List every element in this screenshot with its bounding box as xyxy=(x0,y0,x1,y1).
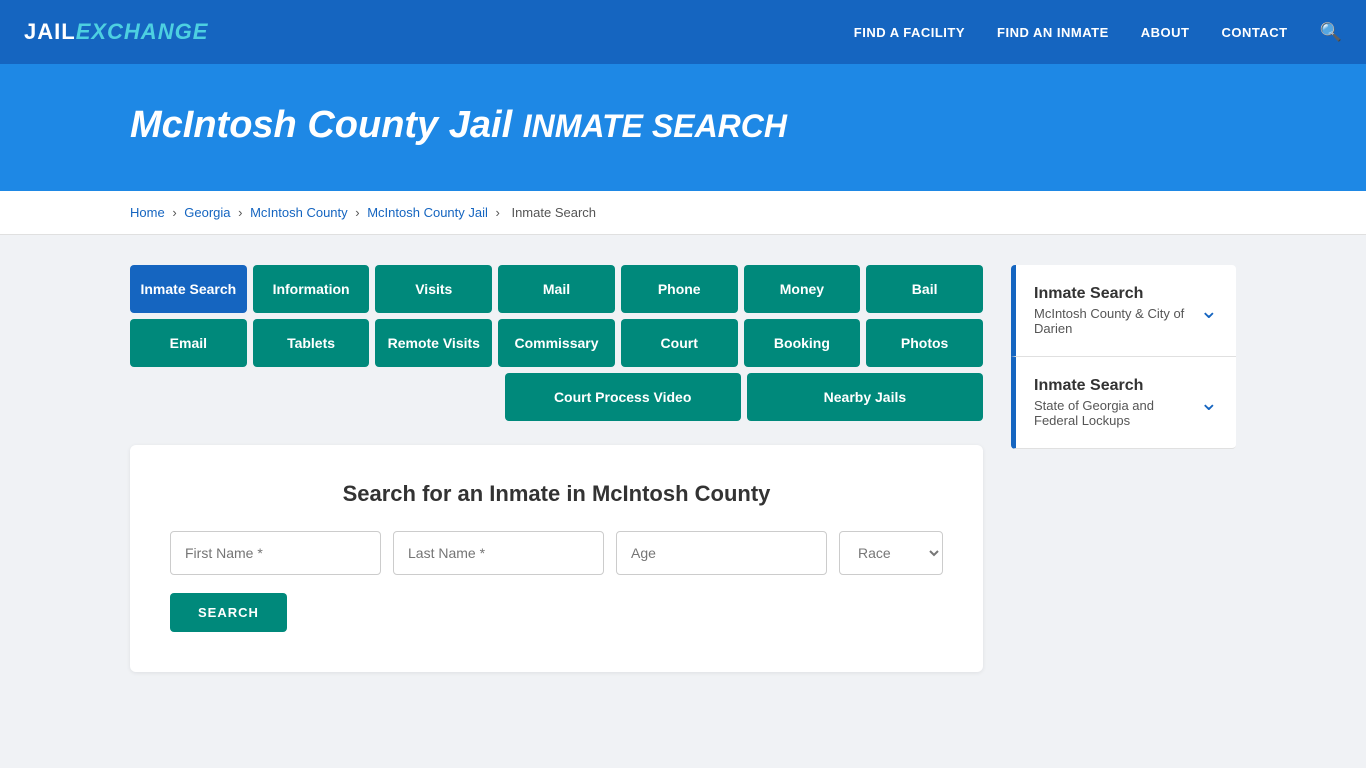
race-select[interactable]: Race White Black Hispanic Asian Other xyxy=(839,531,943,575)
first-name-input[interactable] xyxy=(170,531,381,575)
page-title: McIntosh County Jail INMATE SEARCH xyxy=(130,104,1236,147)
tab-visits[interactable]: Visits xyxy=(375,265,492,313)
tab-court-process-video[interactable]: Court Process Video xyxy=(505,373,741,421)
left-panel: Inmate Search Information Visits Mail Ph… xyxy=(130,265,983,672)
breadcrumb-county[interactable]: McIntosh County xyxy=(250,205,348,220)
chevron-down-icon-2: ⌄ xyxy=(1200,390,1218,416)
logo[interactable]: JAILEXCHANGE xyxy=(24,19,208,45)
sidebar-card-2-title: Inmate Search xyxy=(1034,377,1200,395)
age-input[interactable] xyxy=(616,531,827,575)
breadcrumb-current: Inmate Search xyxy=(511,205,596,220)
tab-tablets[interactable]: Tablets xyxy=(253,319,370,367)
search-button[interactable]: SEARCH xyxy=(170,593,287,632)
tab-information[interactable]: Information xyxy=(253,265,370,313)
tab-court[interactable]: Court xyxy=(621,319,738,367)
sidebar-card-1-subtitle: McIntosh County & City of Darien xyxy=(1034,306,1200,336)
tab-email[interactable]: Email xyxy=(130,319,247,367)
tab-phone[interactable]: Phone xyxy=(621,265,738,313)
tab-nearby-jails[interactable]: Nearby Jails xyxy=(747,373,983,421)
sidebar-card-1-title: Inmate Search xyxy=(1034,285,1200,303)
tab-mail[interactable]: Mail xyxy=(498,265,615,313)
chevron-down-icon-1: ⌄ xyxy=(1200,298,1218,324)
nav-find-facility[interactable]: FIND A FACILITY xyxy=(854,25,965,40)
tab-row-1: Inmate Search Information Visits Mail Ph… xyxy=(130,265,983,313)
breadcrumb-jail[interactable]: McIntosh County Jail xyxy=(367,205,488,220)
navbar: JAILEXCHANGE FIND A FACILITY FIND AN INM… xyxy=(0,0,1366,64)
nav-about[interactable]: ABOUT xyxy=(1141,25,1190,40)
sidebar-card-1[interactable]: Inmate Search McIntosh County & City of … xyxy=(1011,265,1236,357)
breadcrumb-georgia[interactable]: Georgia xyxy=(184,205,230,220)
nav-contact[interactable]: CONTACT xyxy=(1221,25,1287,40)
tab-inmate-search[interactable]: Inmate Search xyxy=(130,265,247,313)
search-form-box: Search for an Inmate in McIntosh County … xyxy=(130,445,983,672)
tab-bail[interactable]: Bail xyxy=(866,265,983,313)
tab-commissary[interactable]: Commissary xyxy=(498,319,615,367)
tab-remote-visits[interactable]: Remote Visits xyxy=(375,319,492,367)
tab-photos[interactable]: Photos xyxy=(866,319,983,367)
right-sidebar: Inmate Search McIntosh County & City of … xyxy=(1011,265,1236,449)
main-content: Inmate Search Information Visits Mail Ph… xyxy=(0,235,1366,702)
tab-money[interactable]: Money xyxy=(744,265,861,313)
tab-row-2: Email Tablets Remote Visits Commissary C… xyxy=(130,319,983,367)
form-row-inputs: Race White Black Hispanic Asian Other xyxy=(170,531,943,575)
nav-find-inmate[interactable]: FIND AN INMATE xyxy=(997,25,1109,40)
last-name-input[interactable] xyxy=(393,531,604,575)
search-form-title: Search for an Inmate in McIntosh County xyxy=(170,481,943,507)
tab-row-3: Court Process Video Nearby Jails xyxy=(130,373,983,421)
breadcrumb-home[interactable]: Home xyxy=(130,205,165,220)
breadcrumb: Home › Georgia › McIntosh County › McInt… xyxy=(0,191,1366,235)
tab-booking[interactable]: Booking xyxy=(744,319,861,367)
search-icon[interactable]: 🔍 xyxy=(1320,22,1342,43)
hero-section: McIntosh County Jail INMATE SEARCH xyxy=(0,64,1366,191)
nav-links: FIND A FACILITY FIND AN INMATE ABOUT CON… xyxy=(854,22,1342,43)
sidebar-card-2[interactable]: Inmate Search State of Georgia and Feder… xyxy=(1011,357,1236,449)
sidebar-card-2-subtitle: State of Georgia and Federal Lockups xyxy=(1034,398,1200,428)
